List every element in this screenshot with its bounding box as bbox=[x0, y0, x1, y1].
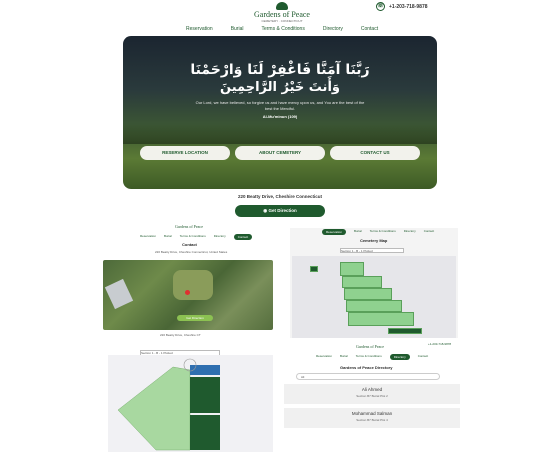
address-text: 220 Beatty Drive, Cheshire Connecticut bbox=[237, 194, 323, 199]
cp-nav-reservation[interactable]: Reservation bbox=[140, 234, 156, 240]
dir-nav-contact[interactable]: Contact bbox=[418, 354, 428, 360]
hero-banner: رَبَّنَا آمَنَّا فَاغْفِرْ لَنَا وَارْحَ… bbox=[123, 36, 437, 189]
phone-number: +1-203-718-9878 bbox=[389, 3, 428, 10]
get-direction-button[interactable]: ◉ Get Direction bbox=[235, 205, 325, 217]
header-phone[interactable]: ☏ +1-203-718-9878 bbox=[376, 2, 428, 11]
satellite-map[interactable]: Get Direction bbox=[103, 260, 273, 330]
directory-entry[interactable]: Ali Ahmed Section B7 Burial Plot 2 bbox=[284, 384, 460, 404]
logo-name: Gardens of Peace bbox=[254, 10, 310, 19]
map-pin-icon bbox=[185, 290, 190, 295]
directory-search-input[interactable]: Ali bbox=[296, 373, 440, 380]
directory-heading: Gardens of Peace Directory bbox=[340, 365, 393, 370]
mp-nav-reservation[interactable]: Reservation bbox=[322, 229, 347, 235]
plot-map[interactable] bbox=[292, 256, 456, 338]
map-preview-nav: Reservation Burial Terms & Conditions Di… bbox=[322, 229, 434, 235]
logo-subtitle: CEMETERY · CONNECTICUT bbox=[261, 19, 303, 23]
phone-icon: ☏ bbox=[376, 2, 385, 11]
dir-nav-reservation[interactable]: Reservation bbox=[316, 354, 332, 360]
directory-logo: Gardens of Peace bbox=[356, 344, 384, 349]
section-map-svg bbox=[117, 358, 220, 451]
dir-nav-burial[interactable]: Burial bbox=[340, 354, 348, 360]
cemetery-map-heading: Cemetery Map bbox=[360, 238, 388, 243]
reserved-plot[interactable] bbox=[388, 328, 422, 334]
contact-us-button[interactable]: CONTACT US bbox=[330, 146, 420, 160]
nav-terms[interactable]: Terms & Conditions bbox=[261, 26, 304, 32]
plot-block[interactable] bbox=[346, 300, 402, 312]
cp-nav-contact[interactable]: Contact bbox=[233, 234, 253, 240]
contact-address: 220 Beatty Drive, Cheshire Connecticut, … bbox=[155, 250, 228, 254]
cp-nav-terms[interactable]: Terms & Conditions bbox=[180, 234, 206, 240]
plot-block[interactable] bbox=[344, 288, 392, 300]
map-caption: 220 Beatty Drive, Cheshire CT bbox=[160, 333, 201, 337]
cp-nav-directory[interactable]: Directory bbox=[214, 234, 226, 240]
directory-nav: Reservation Burial Terms & Conditions Di… bbox=[316, 354, 428, 360]
nav-burial[interactable]: Burial bbox=[231, 26, 244, 32]
map-section-select[interactable]: Section 1 - B - 1 Plotted bbox=[340, 248, 404, 253]
tree-logo-icon bbox=[276, 2, 288, 10]
blue-section[interactable] bbox=[190, 365, 220, 375]
entry-name: Ali Ahmed bbox=[361, 387, 383, 392]
contact-preview-logo: Gardens of Peace bbox=[175, 224, 203, 229]
mp-nav-contact[interactable]: Contact bbox=[424, 229, 434, 235]
mp-nav-burial[interactable]: Burial bbox=[354, 229, 362, 235]
contact-heading: Contact bbox=[182, 242, 197, 247]
green-section-1[interactable] bbox=[190, 377, 220, 413]
nav-contact[interactable]: Contact bbox=[361, 26, 378, 32]
entry-name: Mohammad Salman bbox=[351, 411, 393, 416]
mp-nav-terms[interactable]: Terms & Conditions bbox=[370, 229, 396, 235]
hero-verse-translation: Our Lord, we have believed, so forgive u… bbox=[195, 100, 365, 111]
section-map[interactable] bbox=[108, 355, 273, 452]
site-logo[interactable]: Gardens of Peace CEMETERY · CONNECTICUT bbox=[250, 2, 314, 24]
about-cemetery-button[interactable]: ABOUT CEMETERY bbox=[235, 146, 325, 160]
hero-citation: Al-Mu'minun (109) bbox=[262, 114, 298, 119]
reserved-plot[interactable] bbox=[310, 266, 318, 272]
directory-entry[interactable]: Mohammad Salman Section B7 Burial Plot 4 bbox=[284, 408, 460, 428]
building-roof bbox=[104, 278, 134, 310]
dir-nav-directory[interactable]: Directory bbox=[389, 354, 410, 360]
cemetery-field bbox=[173, 270, 213, 300]
cp-nav-burial[interactable]: Burial bbox=[164, 234, 172, 240]
hero-arabic-line-1: رَبَّنَا آمَنَّا فَاغْفِرْ لَنَا وَارْحَ… bbox=[190, 62, 370, 78]
plot-block[interactable] bbox=[348, 312, 414, 326]
plot-block[interactable] bbox=[342, 276, 382, 288]
hero-arabic-line-2: وَأَنتَ خَيْرُ الرَّاحِمِينَ bbox=[220, 80, 340, 95]
plot-block[interactable] bbox=[340, 262, 364, 276]
entry-detail: Section B7 Burial Plot 2 bbox=[356, 394, 388, 398]
mp-nav-directory[interactable]: Directory bbox=[404, 229, 416, 235]
map-direction-button[interactable]: Get Direction bbox=[177, 315, 213, 321]
get-direction-label: Get Direction bbox=[268, 208, 297, 213]
directory-phone[interactable]: +1-203-718-9878 bbox=[428, 342, 451, 346]
dir-nav-terms[interactable]: Terms & Conditions bbox=[356, 354, 382, 360]
entry-detail: Section B7 Burial Plot 4 bbox=[356, 418, 388, 422]
main-nav: Reservation Burial Terms & Conditions Di… bbox=[186, 26, 378, 32]
nav-directory[interactable]: Directory bbox=[323, 26, 343, 32]
tree-line bbox=[123, 124, 437, 144]
reserve-location-button[interactable]: RESERVE LOCATION bbox=[140, 146, 230, 160]
open-section[interactable] bbox=[117, 366, 191, 451]
contact-preview-nav: Reservation Burial Terms & Conditions Di… bbox=[140, 234, 253, 240]
nav-reservation[interactable]: Reservation bbox=[186, 26, 213, 32]
green-section-2[interactable] bbox=[190, 415, 220, 450]
